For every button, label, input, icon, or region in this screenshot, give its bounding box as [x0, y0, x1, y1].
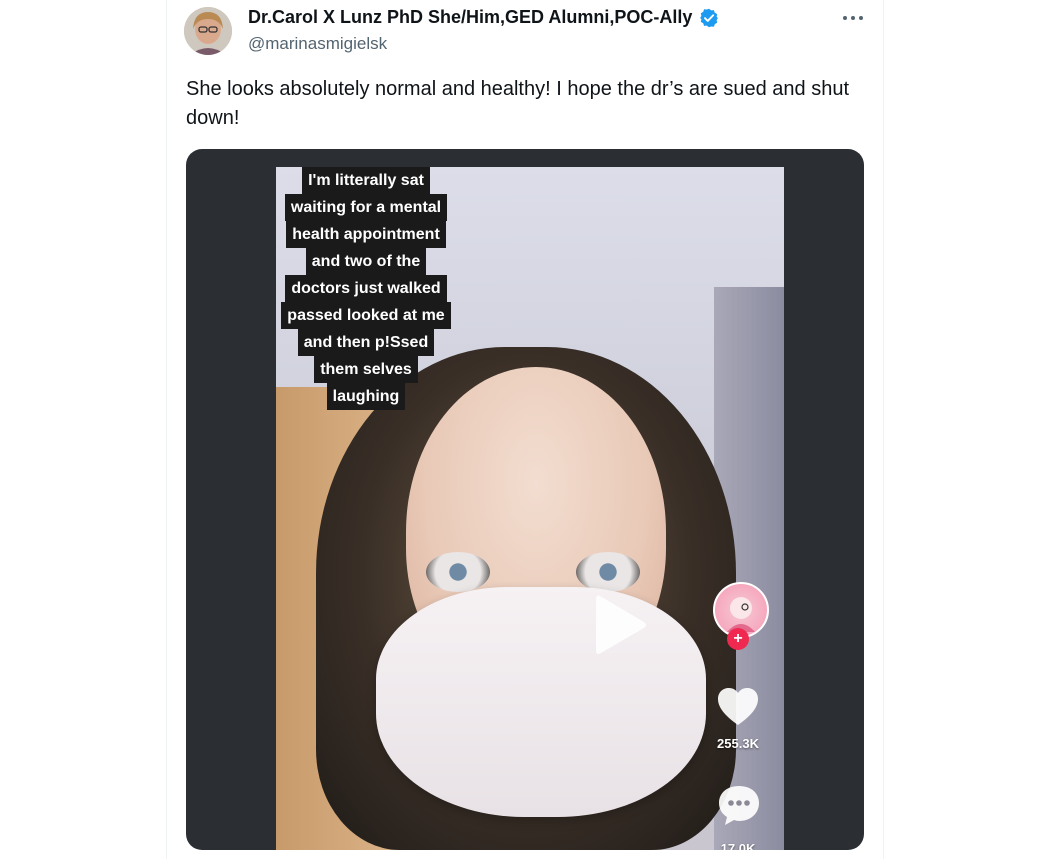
caption-line: and two of the	[305, 248, 427, 275]
caption-line: and then p!Ssed	[297, 329, 435, 356]
person-right-eye	[576, 552, 640, 592]
caption-line: health appointment	[286, 221, 446, 248]
person-left-eye	[426, 552, 490, 592]
comment-icon[interactable]	[717, 784, 761, 826]
caption-line: I'm litterally sat	[302, 167, 430, 194]
heart-icon[interactable]	[716, 687, 760, 727]
face-mask	[376, 587, 706, 817]
caption-line: passed looked at me	[281, 302, 451, 329]
user-handle[interactable]: @marinasmigielsk	[248, 34, 387, 54]
avatar[interactable]	[184, 7, 232, 55]
caption-line: waiting for a mental	[284, 194, 448, 221]
more-horizontal-icon	[843, 16, 863, 20]
caption-line: them selves	[314, 356, 418, 383]
tweet-media[interactable]: I'm litterally sat waiting for a mental …	[186, 149, 864, 850]
comment-count: 17.0K	[720, 841, 756, 850]
like-count: 255.3K	[717, 736, 759, 751]
play-icon[interactable]	[594, 592, 648, 658]
follow-plus-icon[interactable]: +	[727, 628, 749, 650]
video-caption: I'm litterally sat waiting for a mental …	[276, 167, 456, 410]
display-name[interactable]: Dr.Carol X Lunz PhD She/Him,GED Alumni,P…	[248, 7, 692, 28]
verified-badge-icon	[699, 8, 719, 28]
more-options-button[interactable]	[838, 6, 868, 30]
tweet-text: She looks absolutely normal and healthy!…	[186, 78, 850, 129]
video-frame[interactable]: I'm litterally sat waiting for a mental …	[276, 167, 784, 850]
caption-line: doctors just walked	[285, 275, 447, 302]
caption-line: laughing	[326, 383, 406, 410]
